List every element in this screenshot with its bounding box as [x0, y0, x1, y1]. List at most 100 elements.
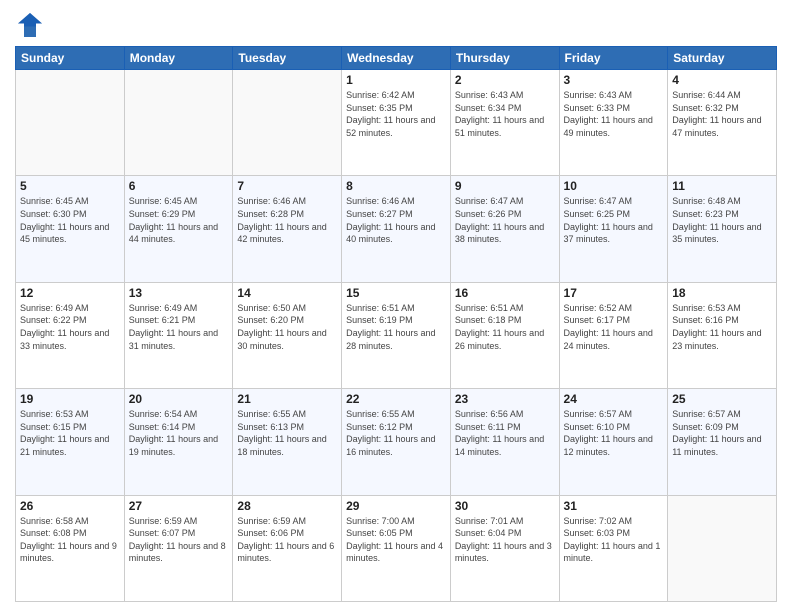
daylight-text: Daylight: 11 hours and 18 minutes. [237, 433, 337, 458]
day-info: Sunrise: 6:46 AMSunset: 6:28 PMDaylight:… [237, 195, 337, 245]
sunset-text: Sunset: 6:33 PM [564, 102, 664, 115]
day-number: 25 [672, 392, 772, 406]
day-info: Sunrise: 7:02 AMSunset: 6:03 PMDaylight:… [564, 515, 664, 565]
calendar-cell [124, 70, 233, 176]
calendar-cell: 15Sunrise: 6:51 AMSunset: 6:19 PMDayligh… [342, 282, 451, 388]
sunset-text: Sunset: 6:28 PM [237, 208, 337, 221]
calendar-cell: 2Sunrise: 6:43 AMSunset: 6:34 PMDaylight… [450, 70, 559, 176]
day-number: 26 [20, 499, 120, 513]
sunrise-text: Sunrise: 6:54 AM [129, 408, 229, 421]
day-info: Sunrise: 6:57 AMSunset: 6:10 PMDaylight:… [564, 408, 664, 458]
sunrise-text: Sunrise: 6:46 AM [346, 195, 446, 208]
sunrise-text: Sunrise: 6:57 AM [564, 408, 664, 421]
day-number: 4 [672, 73, 772, 87]
sunrise-text: Sunrise: 6:57 AM [672, 408, 772, 421]
weekday-header-thursday: Thursday [450, 47, 559, 70]
day-number: 30 [455, 499, 555, 513]
daylight-text: Daylight: 11 hours and 51 minutes. [455, 114, 555, 139]
day-number: 28 [237, 499, 337, 513]
sunrise-text: Sunrise: 6:55 AM [346, 408, 446, 421]
sunrise-text: Sunrise: 6:59 AM [129, 515, 229, 528]
sunrise-text: Sunrise: 6:45 AM [20, 195, 120, 208]
sunrise-text: Sunrise: 6:43 AM [564, 89, 664, 102]
daylight-text: Daylight: 11 hours and 35 minutes. [672, 221, 772, 246]
logo [15, 10, 49, 40]
calendar-cell: 26 Sunrise: 6:58 AMSunset: 6:08 PMDayligh… [16, 495, 125, 601]
day-number: 7 [237, 179, 337, 193]
sunrise-text: Sunrise: 6:47 AM [564, 195, 664, 208]
day-info: Sunrise: 6:44 AMSunset: 6:32 PMDaylight:… [672, 89, 772, 139]
daylight-text: Daylight: 11 hours and 24 minutes. [564, 327, 664, 352]
sunrise-text: Sunrise: 6:49 AM [20, 302, 120, 315]
day-info: Sunrise: 6:59 AMSunset: 6:06 PMDaylight:… [237, 515, 337, 565]
sunset-text: Sunset: 6:16 PM [672, 314, 772, 327]
day-number: 5 [20, 179, 120, 193]
day-info: Sunrise: 6:50 AMSunset: 6:20 PMDaylight:… [237, 302, 337, 352]
calendar-table: SundayMondayTuesdayWednesdayThursdayFrid… [15, 46, 777, 602]
calendar-cell: 20Sunrise: 6:54 AMSunset: 6:14 PMDayligh… [124, 389, 233, 495]
day-info: Sunrise: 6:58 AMSunset: 6:08 PMDaylight:… [20, 515, 120, 565]
daylight-text: Daylight: 11 hours and 45 minutes. [20, 221, 120, 246]
daylight-text: Daylight: 11 hours and 37 minutes. [564, 221, 664, 246]
day-number: 22 [346, 392, 446, 406]
day-number: 20 [129, 392, 229, 406]
day-number: 23 [455, 392, 555, 406]
daylight-text: Daylight: 11 hours and 9 minutes. [20, 540, 120, 565]
sunset-text: Sunset: 6:11 PM [455, 421, 555, 434]
sunrise-text: Sunrise: 6:52 AM [564, 302, 664, 315]
calendar-cell: 3 Sunrise: 6:43 AMSunset: 6:33 PMDaylight… [559, 70, 668, 176]
day-info: Sunrise: 6:51 AMSunset: 6:19 PMDaylight:… [346, 302, 446, 352]
calendar-cell: 22Sunrise: 6:55 AMSunset: 6:12 PMDayligh… [342, 389, 451, 495]
daylight-text: Daylight: 11 hours and 4 minutes. [346, 540, 446, 565]
sunset-text: Sunset: 6:03 PM [564, 527, 664, 540]
sunset-text: Sunset: 6:12 PM [346, 421, 446, 434]
day-info: Sunrise: 6:48 AMSunset: 6:23 PMDaylight:… [672, 195, 772, 245]
calendar-cell [668, 495, 777, 601]
day-info: Sunrise: 6:46 AMSunset: 6:27 PMDaylight:… [346, 195, 446, 245]
weekday-header-tuesday: Tuesday [233, 47, 342, 70]
day-info: Sunrise: 7:00 AMSunset: 6:05 PMDaylight:… [346, 515, 446, 565]
day-info: Sunrise: 6:43 AMSunset: 6:33 PMDaylight:… [564, 89, 664, 139]
sunset-text: Sunset: 6:13 PM [237, 421, 337, 434]
day-info: Sunrise: 6:56 AMSunset: 6:11 PMDaylight:… [455, 408, 555, 458]
sunrise-text: Sunrise: 6:55 AM [237, 408, 337, 421]
day-info: Sunrise: 6:49 AMSunset: 6:21 PMDaylight:… [129, 302, 229, 352]
calendar-cell: 1Sunrise: 6:42 AMSunset: 6:35 PMDaylight… [342, 70, 451, 176]
sunset-text: Sunset: 6:35 PM [346, 102, 446, 115]
daylight-text: Daylight: 11 hours and 31 minutes. [129, 327, 229, 352]
sunset-text: Sunset: 6:22 PM [20, 314, 120, 327]
day-number: 3 [564, 73, 664, 87]
day-number: 19 [20, 392, 120, 406]
sunset-text: Sunset: 6:26 PM [455, 208, 555, 221]
calendar-cell: 13 Sunrise: 6:49 AMSunset: 6:21 PMDayligh… [124, 282, 233, 388]
day-number: 14 [237, 286, 337, 300]
day-number: 6 [129, 179, 229, 193]
calendar-cell: 17Sunrise: 6:52 AMSunset: 6:17 PMDayligh… [559, 282, 668, 388]
sunset-text: Sunset: 6:09 PM [672, 421, 772, 434]
sunset-text: Sunset: 6:29 PM [129, 208, 229, 221]
sunset-text: Sunset: 6:08 PM [20, 527, 120, 540]
day-number: 13 [129, 286, 229, 300]
sunset-text: Sunset: 6:34 PM [455, 102, 555, 115]
daylight-text: Daylight: 11 hours and 42 minutes. [237, 221, 337, 246]
day-number: 11 [672, 179, 772, 193]
daylight-text: Daylight: 11 hours and 44 minutes. [129, 221, 229, 246]
day-info: Sunrise: 6:55 AMSunset: 6:13 PMDaylight:… [237, 408, 337, 458]
header [15, 10, 777, 40]
sunset-text: Sunset: 6:15 PM [20, 421, 120, 434]
day-number: 10 [564, 179, 664, 193]
sunset-text: Sunset: 6:04 PM [455, 527, 555, 540]
page: SundayMondayTuesdayWednesdayThursdayFrid… [0, 0, 792, 612]
sunset-text: Sunset: 6:32 PM [672, 102, 772, 115]
day-number: 1 [346, 73, 446, 87]
sunrise-text: Sunrise: 7:00 AM [346, 515, 446, 528]
day-info: Sunrise: 6:47 AMSunset: 6:25 PMDaylight:… [564, 195, 664, 245]
sunset-text: Sunset: 6:20 PM [237, 314, 337, 327]
daylight-text: Daylight: 11 hours and 12 minutes. [564, 433, 664, 458]
sunrise-text: Sunrise: 6:49 AM [129, 302, 229, 315]
sunset-text: Sunset: 6:30 PM [20, 208, 120, 221]
daylight-text: Daylight: 11 hours and 47 minutes. [672, 114, 772, 139]
sunset-text: Sunset: 6:17 PM [564, 314, 664, 327]
sunrise-text: Sunrise: 6:59 AM [237, 515, 337, 528]
daylight-text: Daylight: 11 hours and 33 minutes. [20, 327, 120, 352]
